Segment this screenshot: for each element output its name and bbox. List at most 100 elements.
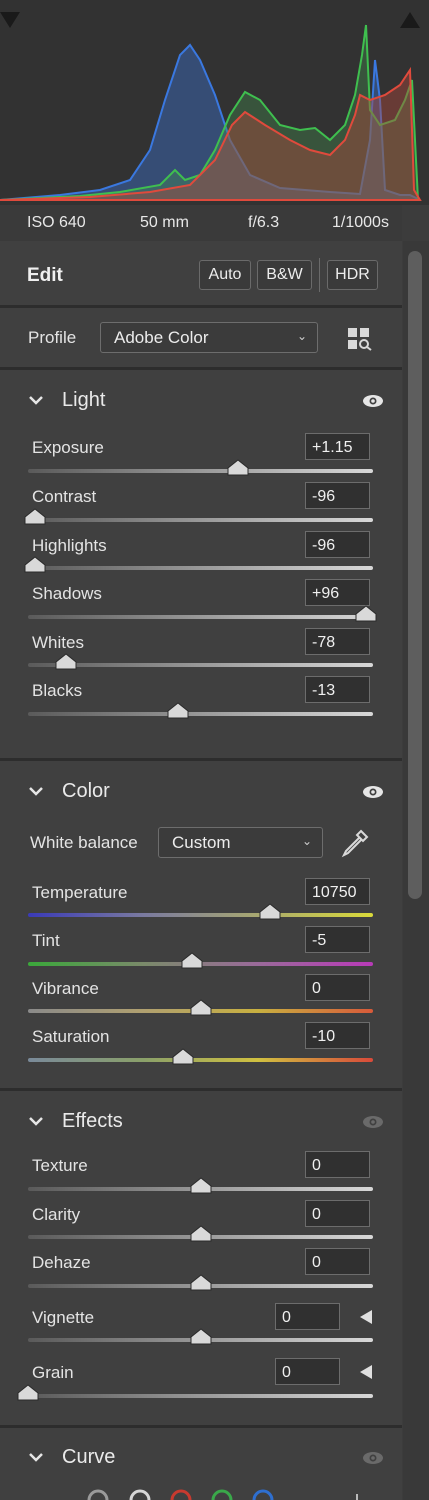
focal-length-value: 50 mm [140, 214, 189, 231]
eye-icon[interactable] [362, 1451, 384, 1465]
shadow-clipping-icon [0, 12, 20, 28]
eye-icon[interactable] [362, 394, 384, 408]
vibrance-slider-thumb[interactable] [190, 999, 212, 1016]
exposure-slider-track[interactable] [28, 469, 373, 473]
highlights-value-field[interactable]: -96 [305, 531, 370, 558]
clarity-value-field[interactable]: 0 [305, 1200, 370, 1227]
tint-label: Tint [32, 931, 60, 950]
highlight-clipping-icon [400, 12, 420, 28]
histogram-graph [0, 12, 422, 201]
tint-value-field[interactable]: -5 [305, 926, 370, 953]
dehaze-label: Dehaze [32, 1253, 91, 1272]
shutter-speed-value: 1/1000s [332, 214, 389, 231]
eye-icon[interactable] [362, 1115, 384, 1129]
green-channel-icon [211, 1489, 233, 1500]
vignette-value-field[interactable]: 0 [275, 1303, 340, 1330]
button-divider [319, 258, 320, 292]
white-balance-label: White balance [30, 833, 138, 852]
contrast-label: Contrast [32, 487, 97, 506]
divider [0, 367, 402, 370]
profile-browser-icon[interactable] [347, 327, 373, 351]
expand-triangle-icon[interactable] [360, 1365, 372, 1379]
blacks-slider-thumb[interactable] [167, 702, 189, 719]
divider [0, 305, 402, 308]
blacks-slider-track[interactable] [28, 712, 373, 716]
shadows-slider-track[interactable] [28, 615, 373, 619]
whites-slider-thumb[interactable] [55, 653, 77, 670]
whites-value-field[interactable]: -78 [305, 628, 370, 655]
tint-slider-thumb[interactable] [181, 952, 203, 969]
chevron-down-icon[interactable] [28, 394, 44, 406]
profile-value: Adobe Color [114, 328, 209, 347]
saturation-slider-thumb[interactable] [172, 1048, 194, 1065]
clarity-slider-thumb[interactable] [190, 1225, 212, 1242]
effects-section-title[interactable]: Effects [62, 1110, 123, 1133]
grain-label: Grain [32, 1363, 74, 1382]
grain-slider-thumb[interactable] [17, 1384, 39, 1401]
vibrance-value-field[interactable]: 0 [305, 974, 370, 1001]
eye-icon[interactable] [362, 785, 384, 799]
vignette-label: Vignette [32, 1308, 95, 1327]
expand-triangle-icon[interactable] [360, 1310, 372, 1324]
highlights-slider-thumb[interactable] [24, 556, 46, 573]
white-balance-select[interactable]: Custom ⌄ [158, 827, 323, 858]
contrast-value-field[interactable]: -96 [305, 482, 370, 509]
chevron-down-icon[interactable] [28, 1451, 44, 1463]
temperature-slider-thumb[interactable] [259, 903, 281, 920]
blacks-value-field[interactable]: -13 [305, 676, 370, 703]
parametric-curve-icon [87, 1489, 109, 1500]
color-section-title[interactable]: Color [62, 780, 110, 803]
aperture-value: f/6.3 [248, 214, 280, 231]
whites-slider-track[interactable] [28, 663, 373, 667]
chevron-down-icon: ⌄ [301, 834, 312, 848]
saturation-slider-track[interactable] [28, 1058, 373, 1062]
whites-label: Whites [32, 633, 84, 652]
texture-label: Texture [32, 1156, 88, 1175]
dehaze-slider-thumb[interactable] [190, 1274, 212, 1291]
camera-info-bar: ISO 640 50 mm f/6.3 1/1000s [0, 205, 402, 241]
grain-slider-track[interactable] [28, 1394, 373, 1398]
edit-title: Edit [27, 265, 63, 286]
blue-channel-icon [252, 1489, 274, 1500]
exposure-value-field[interactable]: +1.15 [305, 433, 370, 460]
light-section-title[interactable]: Light [62, 389, 105, 412]
temperature-value-field[interactable]: 10750 [305, 878, 370, 905]
histogram [0, 0, 429, 205]
shadows-slider-thumb[interactable] [355, 605, 377, 622]
divider [0, 1425, 402, 1428]
texture-slider-thumb[interactable] [190, 1177, 212, 1194]
auto-button[interactable]: Auto [199, 260, 251, 290]
shadows-label: Shadows [32, 584, 102, 603]
grain-value-field[interactable]: 0 [275, 1358, 340, 1385]
saturation-value-field[interactable]: -10 [305, 1022, 370, 1049]
shadows-value-field[interactable]: +96 [305, 579, 370, 606]
scrollbar-thumb[interactable] [408, 251, 422, 899]
curve-channel-selector[interactable] [80, 1488, 380, 1500]
texture-value-field[interactable]: 0 [305, 1151, 370, 1178]
clarity-label: Clarity [32, 1205, 81, 1224]
chevron-down-icon[interactable] [28, 785, 44, 797]
divider [0, 758, 402, 761]
blacks-label: Blacks [32, 681, 83, 700]
contrast-slider-thumb[interactable] [24, 508, 46, 525]
highlights-slider-track[interactable] [28, 566, 373, 570]
vignette-slider-thumb[interactable] [190, 1328, 212, 1345]
bw-button[interactable]: B&W [257, 260, 312, 290]
dehaze-value-field[interactable]: 0 [305, 1248, 370, 1275]
temperature-slider-track[interactable] [28, 913, 373, 917]
eyedropper-icon[interactable] [340, 828, 370, 858]
iso-value: ISO 640 [27, 214, 86, 231]
contrast-slider-track[interactable] [28, 518, 373, 522]
exposure-slider-thumb[interactable] [227, 459, 249, 476]
chevron-down-icon[interactable] [28, 1115, 44, 1127]
red-channel-icon [170, 1489, 192, 1500]
vibrance-label: Vibrance [32, 979, 99, 998]
temperature-label: Temperature [32, 883, 128, 902]
exposure-label: Exposure [32, 438, 104, 457]
hdr-button[interactable]: HDR [327, 260, 378, 290]
profile-select[interactable]: Adobe Color ⌄ [100, 322, 318, 353]
chevron-down-icon: ⌄ [296, 329, 307, 343]
divider [0, 1088, 402, 1091]
curve-section-title[interactable]: Curve [62, 1446, 115, 1469]
saturation-label: Saturation [32, 1027, 110, 1046]
